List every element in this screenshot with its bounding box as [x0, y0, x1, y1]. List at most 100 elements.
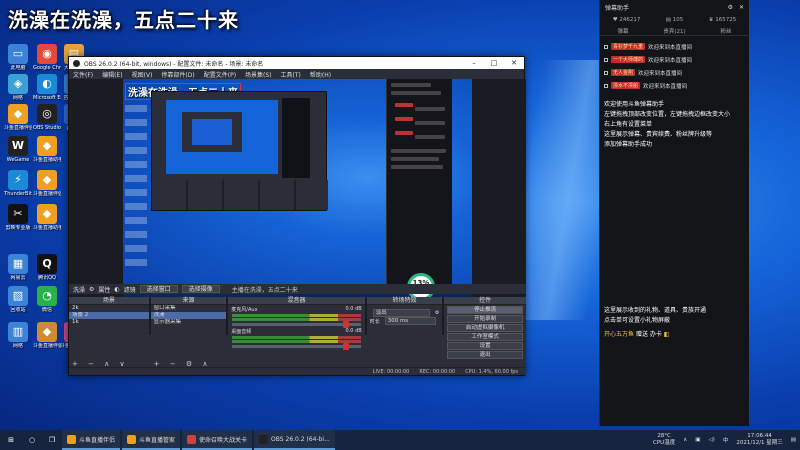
desktop-icon[interactable]: W WeGame	[4, 136, 32, 163]
tray-chevron-icon[interactable]: ∧	[683, 437, 687, 443]
transition-select[interactable]: 淡出	[372, 309, 430, 317]
search-icon[interactable]: ○	[22, 430, 42, 450]
volume-slider[interactable]	[232, 321, 361, 328]
taskbar-app[interactable]: 斗鱼直播伴侣	[62, 430, 121, 450]
desktop-icon[interactable]: ▧ 回收站	[4, 286, 32, 313]
scene-item[interactable]: 2k	[69, 305, 149, 312]
app-icon: W	[8, 136, 28, 156]
source-item[interactable]: 洗澡	[150, 312, 227, 319]
select-camera-button[interactable]: 选择摄像	[181, 285, 220, 293]
scene-item[interactable]: 场景 2	[69, 312, 149, 319]
obs-titlebar[interactable]: OBS 26.0.2 (64-bit, windows) - 配置文件: 未命名…	[69, 57, 524, 69]
transition-gear-icon[interactable]: ⚙	[435, 310, 439, 316]
taskbar-app[interactable]: OBS 26.0.2 (64-bi...	[254, 430, 335, 450]
menu-item[interactable]: 停靠部件(D)	[161, 70, 194, 79]
desktop-icon[interactable]: ◔ 微信	[33, 286, 61, 313]
filters-button[interactable]: 滤镜	[124, 285, 136, 294]
menu-item[interactable]: 配置文件(P)	[204, 70, 236, 79]
desktop-icon[interactable]: ◉Google Chrome	[33, 44, 61, 71]
taskbar-app-label: 斗鱼直播管家	[139, 436, 176, 444]
desktop-icon-label: 斗鱼直播伴侣	[33, 343, 61, 349]
taskview-icon[interactable]: ❐	[42, 430, 62, 450]
assistant-tab[interactable]: 弹幕	[617, 27, 628, 35]
select-window-button[interactable]: 选择窗口	[139, 285, 178, 293]
close-icon[interactable]: ✕	[739, 4, 744, 11]
system-line: 点击单可设置小礼物屏蔽	[604, 317, 671, 324]
menu-item[interactable]: 场景集(S)	[245, 70, 272, 79]
level-meter	[232, 340, 361, 343]
app-icon: ◎	[37, 104, 57, 124]
control-button[interactable]: 启动虚拟摄像机	[447, 324, 523, 332]
menu-item[interactable]: 帮助(H)	[310, 70, 331, 79]
desktop-icon[interactable]: Q 腾讯QQ	[33, 254, 61, 281]
menu-item[interactable]: 文件(F)	[73, 70, 93, 79]
taskbar-app-label: 使命召唤大战关卡	[199, 436, 248, 444]
ime-icon[interactable]: 中	[723, 436, 729, 444]
close-icon[interactable]: ✕	[504, 59, 524, 67]
desktop-icon-label: 斗鱼直播伴侣	[33, 191, 61, 197]
assistant-tab[interactable]: 贵宾(21)	[663, 27, 685, 35]
control-button[interactable]: 开始录制	[447, 315, 523, 323]
control-button[interactable]: 设置	[447, 342, 523, 350]
clock[interactable]: 17:06:44 2021/12/1 星期三	[736, 433, 782, 447]
desktop-icon[interactable]: ◐Microsoft Edge	[33, 74, 61, 101]
danmaku-assistant[interactable]: 弹幕助手 ⚙ ✕ ♥ 246217 ▤ 105 ♛ 165725 弹幕 贵宾(21) 粉…	[599, 0, 749, 426]
scenes-dock: 场景 2k 场景 2 1k + − ∧ ∨	[69, 297, 149, 369]
taskbar-apps: 斗鱼直播伴侣 斗鱼直播管家 使命召唤大战关卡 OBS 26.0.2 (64-bi...	[62, 430, 337, 450]
properties-button[interactable]: 属性	[98, 285, 110, 294]
desktop-icon[interactable]: ✂ 剪映专业版	[4, 204, 32, 231]
desktop-icon[interactable]: ◎ OBS Studio	[33, 104, 61, 131]
notification-icon[interactable]: ▤	[791, 437, 796, 443]
obs-window[interactable]: OBS 26.0.2 (64-bit, windows) - 配置文件: 未命名…	[68, 56, 526, 376]
taskbar-app[interactable]: 斗鱼直播管家	[122, 430, 181, 450]
desktop-icon[interactable]: ◆斗鱼直播伴侣	[4, 104, 32, 131]
desktop-icon[interactable]: ▭此电脑	[4, 44, 32, 71]
menu-item[interactable]: 编辑(E)	[102, 70, 122, 79]
source-item[interactable]: 窗口采集	[151, 305, 227, 312]
checkbox[interactable]	[604, 44, 608, 49]
stat: ♛ 165725	[709, 17, 737, 23]
transitions-dock-title: 转场特效	[366, 297, 443, 305]
volume-slider[interactable]	[232, 343, 361, 350]
maximize-icon[interactable]: □	[484, 59, 504, 67]
control-button[interactable]: 退出	[447, 351, 523, 359]
control-button[interactable]: 停止推流	[447, 306, 523, 314]
source-item[interactable]: 显示器采集	[151, 319, 227, 326]
desktop-icon[interactable]: ◆ 斗鱼直播助手	[33, 204, 61, 231]
checkbox[interactable]	[604, 83, 608, 88]
checkbox[interactable]	[604, 70, 608, 75]
volume-icon[interactable]: ◁)	[708, 437, 714, 443]
desktop-icon-label: 此电脑	[10, 65, 26, 71]
desktop-icon[interactable]: ◈ 网络	[4, 74, 32, 101]
gear-icon[interactable]: ⚙	[89, 286, 94, 293]
network-icon[interactable]: ▣	[695, 437, 700, 443]
mixer-channel-name: 桌面音频	[231, 328, 252, 335]
app-icon: ▧	[8, 286, 28, 306]
desktop-icon[interactable]: ▦ 网易云	[4, 254, 32, 281]
assistant-stats: ♥ 246217 ▤ 105 ♛ 165725	[600, 14, 749, 26]
system-line: 这里展示收到的礼物、道具、贵族开通	[604, 307, 707, 314]
gift-text: 赠送 办卡	[635, 331, 662, 338]
desktop-icon[interactable]: ◆斗鱼直播伴侣	[33, 322, 61, 349]
desktop-icon[interactable]: ⚡ ThunderBit	[4, 170, 32, 197]
duration-input[interactable]: 300 ms	[384, 317, 437, 325]
chat-user-badge: 无人金刚	[611, 69, 636, 76]
desktop-icon[interactable]: ◆ 斗鱼直播助手	[33, 136, 61, 163]
menu-item[interactable]: 工具(T)	[281, 70, 301, 79]
assistant-header[interactable]: 弹幕助手 ⚙ ✕	[600, 0, 749, 14]
app-icon	[187, 434, 197, 444]
checkbox[interactable]	[604, 57, 608, 62]
desktop-icon-label: 网络	[12, 95, 23, 101]
minimize-icon[interactable]: –	[464, 59, 484, 67]
mixer-channel: 桌面音频 0.0 dB	[228, 327, 364, 335]
taskbar-app[interactable]: 使命召唤大战关卡	[182, 430, 253, 450]
scene-item[interactable]: 1k	[69, 319, 149, 326]
menu-item[interactable]: 视图(V)	[132, 70, 153, 79]
assistant-tab[interactable]: 粉丝	[721, 27, 732, 35]
control-button[interactable]: 工作室模式	[447, 333, 523, 341]
filter-icon[interactable]: ◐	[114, 286, 119, 293]
desktop-icon[interactable]: ▥ 网络	[4, 322, 32, 349]
start-icon[interactable]: ⊞	[0, 430, 22, 450]
settings-icon[interactable]: ⚙	[728, 4, 733, 11]
desktop-icon[interactable]: ◆斗鱼直播伴侣	[33, 170, 61, 197]
